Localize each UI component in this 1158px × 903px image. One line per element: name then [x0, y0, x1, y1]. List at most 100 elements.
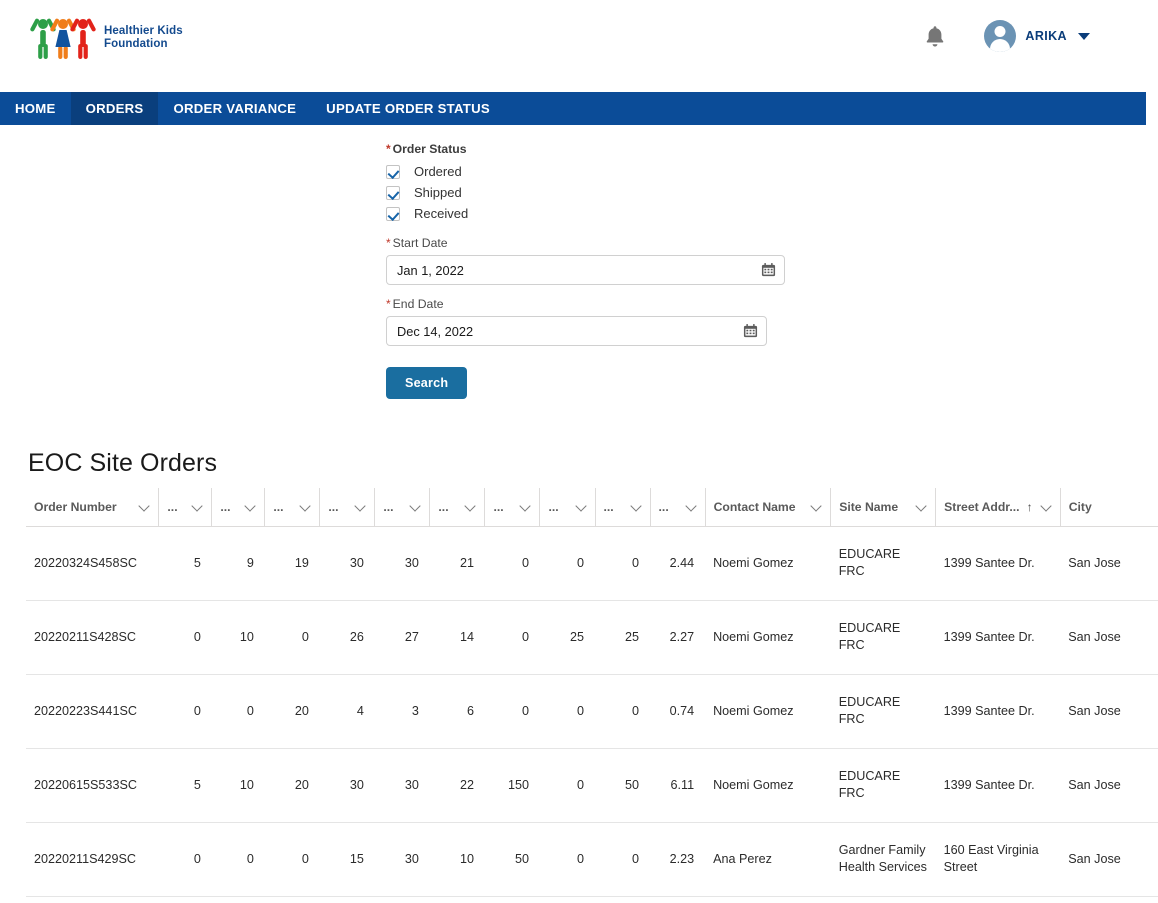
chevron-down-icon-order-number[interactable]	[139, 501, 150, 512]
cell-contact-name: Ana Perez	[705, 822, 831, 897]
cell-metric-8: 0	[539, 822, 596, 897]
col-metric-8[interactable]: ...	[539, 488, 596, 527]
col-metric-1[interactable]: ...	[158, 488, 212, 527]
cell-contact-name: Noemi Gomez	[705, 526, 831, 601]
end-date-label: * End Date	[386, 297, 806, 311]
col-label-metric-9: ...	[603, 499, 614, 514]
brand-line-2: Foundation	[104, 38, 168, 50]
cell-street-address: 1399 Santee Dr.	[935, 674, 1061, 749]
cell-metric-4: 30	[319, 748, 375, 823]
table-row[interactable]: 20220211S428SC 0 10 0 26 27 14 0 25 25 2…	[26, 600, 1158, 675]
col-metric-4[interactable]: ...	[319, 488, 375, 527]
nav-item-home[interactable]: HOME	[0, 92, 71, 125]
checkbox-row-received[interactable]: Received	[386, 203, 806, 224]
page-title: EOC Site Orders	[28, 448, 218, 477]
bell-icon[interactable]	[924, 24, 946, 48]
cell-metric-9: 25	[595, 600, 651, 675]
checkbox-row-ordered[interactable]: Ordered	[386, 161, 806, 182]
col-city[interactable]: City	[1059, 488, 1158, 527]
brand-logo[interactable]: Healthier Kids Foundation	[30, 14, 183, 62]
nav-item-order-variance[interactable]: ORDER VARIANCE	[158, 92, 311, 125]
cell-metric-7: 0	[484, 526, 540, 601]
end-date-field-wrap	[386, 316, 767, 346]
table-row[interactable]: 20220615S533SC 5 10 20 30 30 22 150 0 50…	[26, 748, 1158, 823]
cell-site-name: EDUCARE FRC	[830, 674, 936, 749]
cell-metric-2: 0	[211, 674, 265, 749]
chevron-down-icon-metric-4[interactable]	[355, 501, 366, 512]
checkbox-received[interactable]	[386, 206, 400, 221]
cell-metric-7: 0	[484, 600, 540, 675]
cell-metric-8: 0	[539, 674, 596, 749]
user-menu[interactable]: ARIKA	[984, 20, 1090, 52]
cell-city: San Jose	[1060, 674, 1158, 749]
cell-contact-name: Noemi Gomez	[705, 748, 831, 823]
cell-site-name: Gardner Family Health Services	[830, 822, 936, 897]
cell-city: San Jose	[1060, 600, 1158, 675]
cell-site-name: EDUCARE FRC	[830, 526, 936, 601]
end-date-input[interactable]	[386, 316, 767, 346]
cell-metric-1: 5	[158, 748, 212, 823]
three-children-logo-icon	[30, 15, 96, 61]
app-page: Healthier Kids Foundation ARIKA HOME ORD…	[0, 0, 1158, 903]
table-row[interactable]: 20220223S441SC 0 0 20 4 3 6 0 0 0 0.74 N…	[26, 674, 1158, 749]
nav-item-orders[interactable]: ORDERS	[70, 92, 159, 125]
col-order-number[interactable]: Order Number	[26, 488, 159, 527]
chevron-down-icon-metric-7[interactable]	[520, 501, 531, 512]
start-date-input[interactable]	[386, 255, 785, 285]
cell-metric-9: 0	[595, 674, 651, 749]
cell-metric-6: 14	[429, 600, 485, 675]
cell-metric-3: 19	[264, 526, 320, 601]
checkbox-ordered[interactable]	[386, 164, 400, 179]
cell-metric-4: 15	[319, 822, 375, 897]
cell-metric-2: 10	[211, 748, 265, 823]
caret-down-icon[interactable]	[1078, 32, 1090, 40]
chevron-down-icon-street-address[interactable]	[1041, 501, 1052, 512]
cell-order-number: 20220324S458SC	[26, 526, 159, 601]
col-contact-name[interactable]: Contact Name	[704, 488, 831, 527]
chevron-down-icon-metric-6[interactable]	[465, 501, 476, 512]
nav-item-update-order-status[interactable]: UPDATE ORDER STATUS	[311, 92, 505, 125]
chevron-down-icon-metric-3[interactable]	[300, 501, 311, 512]
cell-metric-4: 30	[319, 526, 375, 601]
table-row[interactable]: 20220211S429SC 0 0 0 15 30 10 50 0 0 2.2…	[26, 822, 1158, 897]
brand-name: Healthier Kids Foundation	[104, 25, 183, 51]
chevron-down-icon-metric-5[interactable]	[410, 501, 421, 512]
col-metric-2[interactable]: ...	[211, 488, 265, 527]
col-site-name[interactable]: Site Name	[830, 488, 936, 527]
col-metric-3[interactable]: ...	[264, 488, 320, 527]
calendar-icon-start[interactable]	[761, 262, 776, 277]
checkbox-shipped[interactable]	[386, 185, 400, 200]
chevron-down-icon-contact-name[interactable]	[811, 501, 822, 512]
chevron-down-icon-metric-2[interactable]	[245, 501, 256, 512]
cell-metric-9: 0	[595, 526, 651, 601]
required-marker-start: *	[386, 236, 391, 250]
chevron-down-icon-site-name[interactable]	[916, 501, 927, 512]
col-label-site-name: Site Name	[839, 499, 899, 514]
cell-metric-1: 5	[158, 526, 212, 601]
calendar-icon-end[interactable]	[743, 323, 758, 338]
col-metric-6[interactable]: ...	[429, 488, 485, 527]
cell-metric-9: 50	[595, 748, 651, 823]
cell-metric-10: 2.23	[650, 822, 706, 897]
col-street-address[interactable]: Street Addr... ↑	[935, 488, 1061, 527]
cell-contact-name: Noemi Gomez	[705, 674, 831, 749]
sort-ascending-icon[interactable]: ↑	[1027, 501, 1033, 513]
col-metric-5[interactable]: ...	[374, 488, 430, 527]
table-row[interactable]: 20220324S458SC 5 9 19 30 30 21 0 0 0 2.4…	[26, 526, 1158, 601]
checkbox-row-shipped[interactable]: Shipped	[386, 182, 806, 203]
chevron-down-icon-metric-8[interactable]	[576, 501, 587, 512]
cell-metric-1: 0	[158, 674, 212, 749]
col-metric-7[interactable]: ...	[484, 488, 540, 527]
chevron-down-icon-metric-10[interactable]	[686, 501, 697, 512]
col-metric-10[interactable]: ...	[649, 488, 706, 527]
col-metric-9[interactable]: ...	[594, 488, 651, 527]
cell-metric-8: 0	[539, 526, 596, 601]
chevron-down-icon-metric-9[interactable]	[631, 501, 642, 512]
cell-city: San Jose	[1060, 748, 1158, 823]
cell-metric-10: 2.44	[650, 526, 706, 601]
cell-metric-10: 0.74	[650, 674, 706, 749]
col-label-metric-5: ...	[383, 499, 394, 514]
chevron-down-icon-metric-1[interactable]	[192, 501, 203, 512]
search-button[interactable]: Search	[386, 367, 468, 399]
cell-metric-10: 6.11	[650, 748, 706, 823]
